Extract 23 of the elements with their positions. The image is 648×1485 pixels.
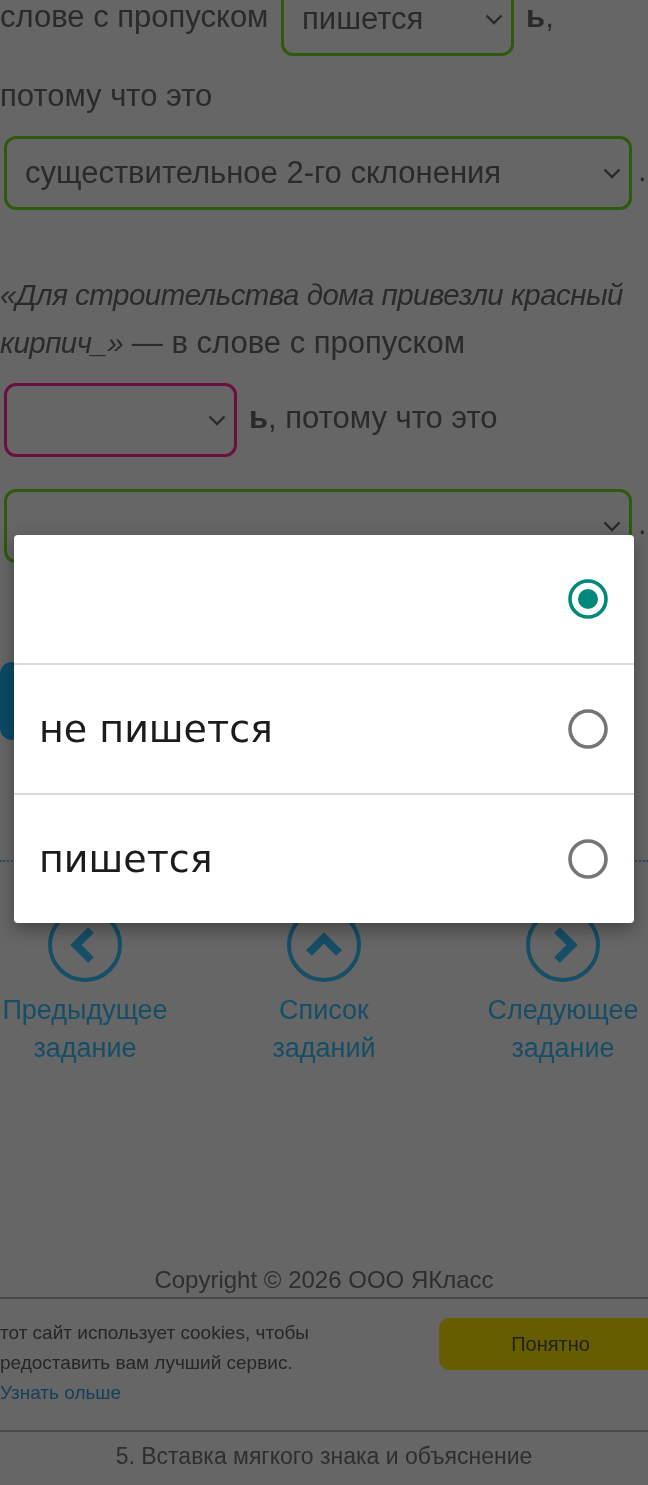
dropdown[interactable]: существительное 2-го склонения — [4, 136, 632, 210]
exercise-text: слове с пропуском — [0, 0, 269, 35]
exercise-text: . — [638, 153, 647, 189]
exercise-text: . — [638, 506, 647, 542]
chevron-down-icon — [603, 520, 621, 532]
radio-button[interactable] — [568, 709, 608, 749]
chevron-down-icon — [208, 414, 226, 426]
accept-button[interactable]: Понятно — [439, 1318, 648, 1370]
radio-button[interactable] — [568, 839, 608, 879]
exercise-text: ь, — [526, 0, 554, 35]
exercise-text: «Для строительства дома привезли красный кирпич_» — в слове с пропуском — [0, 277, 623, 360]
radio-button[interactable] — [568, 579, 608, 619]
chevron-down-icon — [485, 13, 504, 25]
dropdown[interactable]: пишется — [281, 0, 515, 56]
menu-option[interactable]: не пишется — [14, 663, 634, 793]
exercise-text: ь, потому что это — [249, 400, 498, 436]
menu-option[interactable]: пишется — [14, 793, 634, 923]
cookie-notice-text: тот сайт использует cookies, чтобы редоставить вам лучший сервис. Узнать ольше — [0, 1321, 310, 1405]
chevron-down-icon — [603, 167, 621, 179]
copyright-text: Copyright © 2026 ООО ЯКласс — [154, 1266, 494, 1293]
exercise-text: потому что это — [0, 78, 213, 113]
task-title: 5. Вставка мягкого знака и объяснение — [0, 1430, 648, 1485]
learn-more-link[interactable]: Узнать ольше — [0, 1382, 122, 1403]
